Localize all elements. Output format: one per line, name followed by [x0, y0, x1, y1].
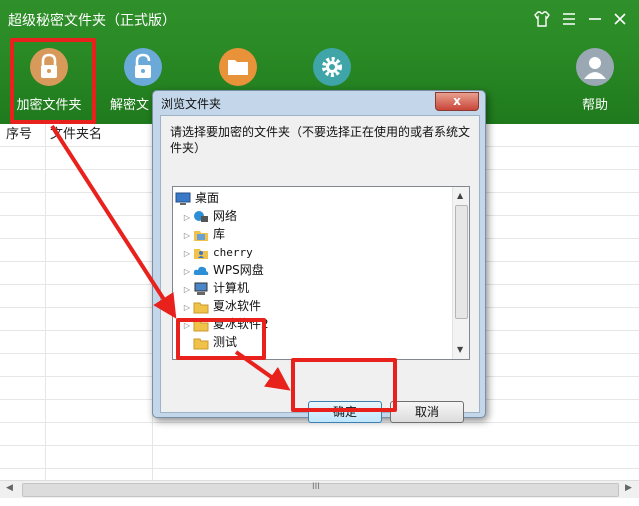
- arrow-to-test-folder: [50, 124, 177, 319]
- app-window: 超级秘密文件夹（正式版） 加密文件夹 解密文 帮助 序号 文件夹名 ◀ III …: [0, 0, 639, 506]
- arrow-to-ok-button: [234, 350, 291, 391]
- annotation-arrows: [50, 124, 291, 391]
